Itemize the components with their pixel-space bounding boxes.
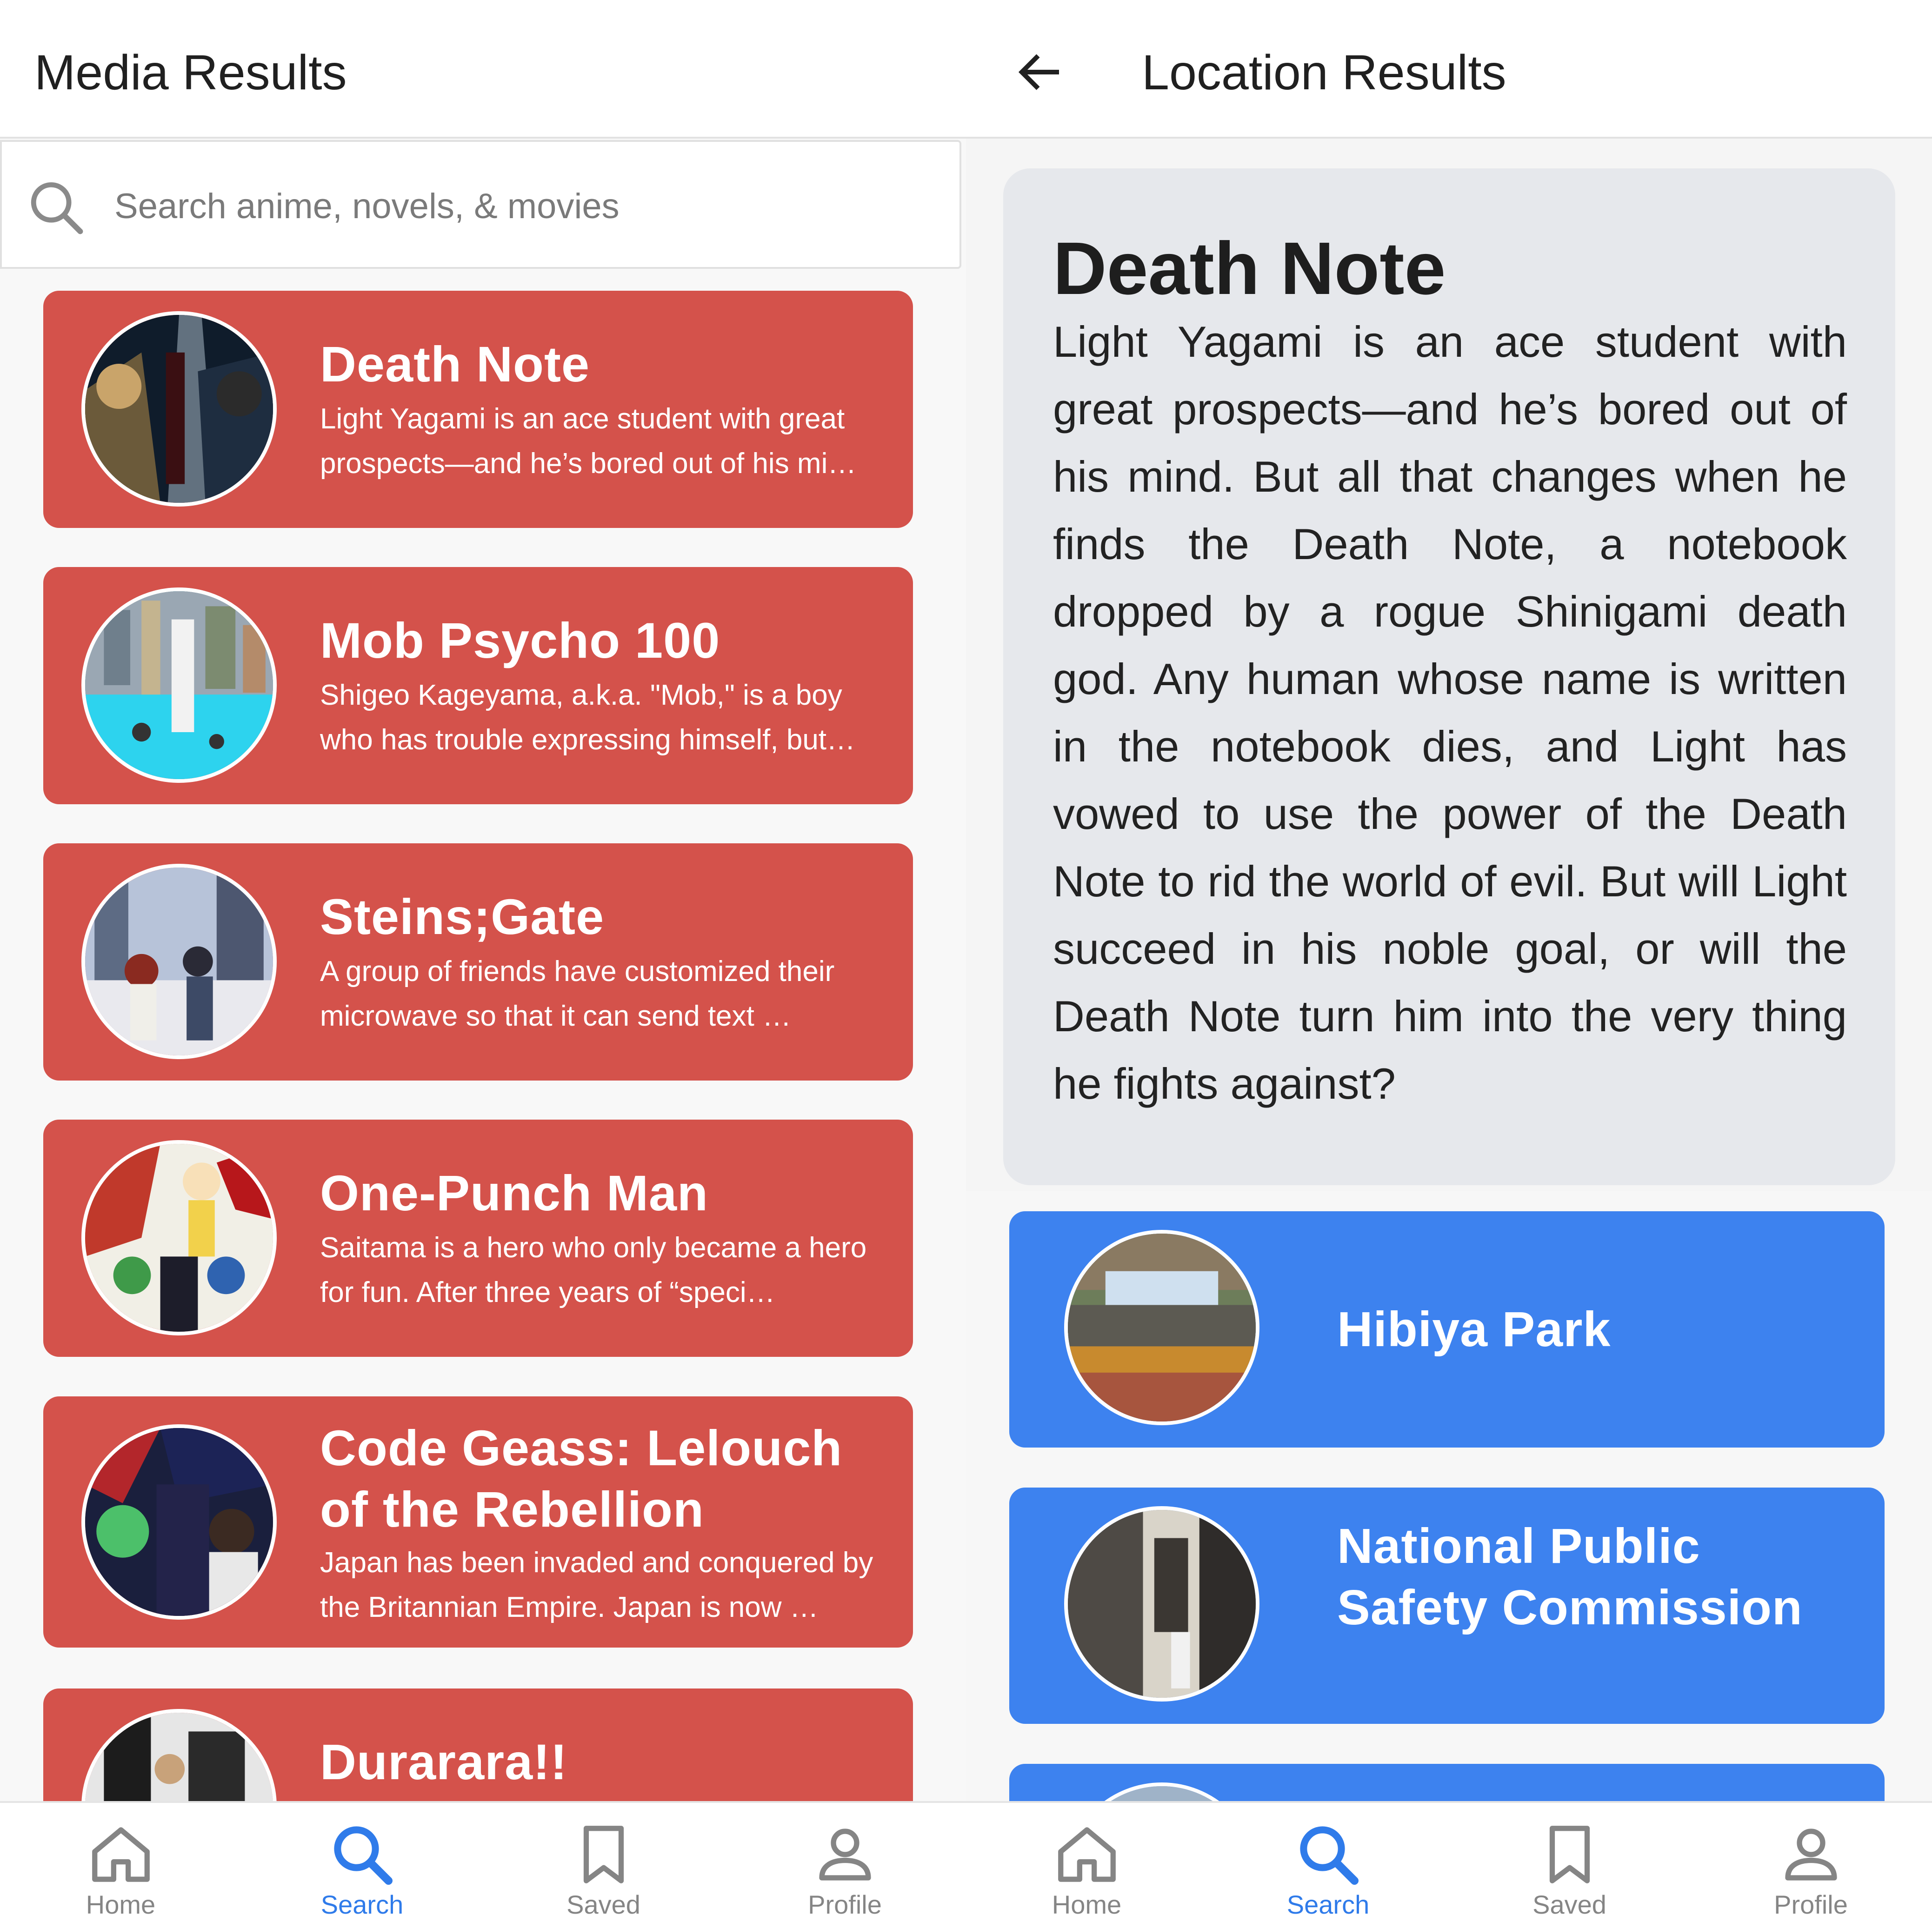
location-thumbnail [1064, 1506, 1259, 1702]
nav-label: Home [86, 1890, 156, 1919]
media-results-screen: Media Results Death Note Light Yagami is… [0, 0, 966, 1922]
nav-saved[interactable]: Saved [483, 1803, 724, 1922]
bookmark-icon [583, 1826, 624, 1883]
profile-icon [1785, 1829, 1837, 1881]
media-description: Japan has been invaded and conquered by … [320, 1547, 873, 1623]
media-thumbnail [81, 1140, 277, 1335]
media-card-mob-psycho-100[interactable]: Mob Psycho 100 Shigeo Kageyama, a.k.a. "… [43, 567, 913, 804]
search-icon [1299, 1826, 1359, 1885]
nav-label: Search [320, 1890, 404, 1919]
app-bar: Location Results [966, 0, 1932, 139]
media-description: A group of friends have customized their… [320, 955, 835, 1032]
media-thumbnail [81, 864, 277, 1059]
nav-search[interactable]: Search [1207, 1803, 1449, 1922]
media-detail-card: Death Note Light Yagami is an ace studen… [1003, 168, 1895, 1185]
nav-label: Home [1052, 1890, 1122, 1919]
page-title: Media Results [34, 45, 347, 100]
bookmark-icon [1549, 1826, 1590, 1883]
search-input[interactable] [113, 175, 943, 237]
nav-label: Profile [808, 1890, 882, 1919]
media-card-death-note[interactable]: Death Note Light Yagami is an ace studen… [43, 291, 913, 528]
nav-home[interactable]: Home [966, 1803, 1207, 1922]
nav-home[interactable]: Home [0, 1803, 241, 1922]
media-title: Durarara!! [320, 1734, 568, 1790]
media-title: One-Punch Man [320, 1165, 709, 1221]
media-detail-title: Death Note [1053, 227, 1446, 310]
home-icon [1058, 1827, 1116, 1882]
media-title: Steins;Gate [320, 888, 605, 945]
home-icon [92, 1827, 150, 1882]
bottom-navigation: Home Search Saved Profile [0, 1801, 966, 1922]
nav-profile[interactable]: Profile [1690, 1803, 1932, 1922]
nav-label: Saved [566, 1890, 640, 1919]
media-title: Death Note [320, 336, 590, 392]
nav-search[interactable]: Search [241, 1803, 483, 1922]
nav-label: Profile [1774, 1890, 1848, 1919]
media-description: Saitama is a hero who only became a hero… [320, 1232, 867, 1308]
arrow-left-icon[interactable] [1013, 44, 1068, 100]
app-bar: Media Results [0, 0, 966, 139]
nav-saved[interactable]: Saved [1449, 1803, 1690, 1922]
media-detail-description: Light Yagami is an ace student with grea… [1053, 317, 1847, 1108]
profile-icon [819, 1829, 871, 1881]
media-title: Code Geass: Lelouch of the Rebellion [320, 1420, 843, 1537]
location-card-hibiya-park[interactable]: Hibiya Park [1009, 1211, 1885, 1448]
media-card-code-geass[interactable]: Code Geass: Lelouch of the Rebellion Jap… [43, 1396, 913, 1648]
page-title: Location Results [1142, 45, 1506, 100]
media-card-one-punch-man[interactable]: One-Punch Man Saitama is a hero who only… [43, 1120, 913, 1357]
media-thumbnail [81, 1424, 277, 1620]
media-title: Mob Psycho 100 [320, 612, 720, 668]
search-bar[interactable] [0, 140, 961, 269]
search-icon [333, 1826, 393, 1885]
nav-label: Saved [1532, 1890, 1606, 1919]
location-results-screen: Location Results Death Note Light Yagami… [966, 0, 1932, 1922]
media-thumbnail [81, 587, 277, 783]
location-name: Hibiya Park [1337, 1302, 1611, 1357]
media-card-steins-gate[interactable]: Steins;Gate A group of friends have cust… [43, 843, 913, 1081]
nav-profile[interactable]: Profile [724, 1803, 966, 1922]
bottom-navigation: Home Search Saved Profile [966, 1801, 1932, 1922]
nav-label: Search [1286, 1890, 1370, 1919]
location-card-national-public-safety-commission[interactable]: National Public Safety Commission [1009, 1488, 1885, 1724]
media-thumbnail [81, 311, 277, 507]
media-description: Light Yagami is an ace student with grea… [320, 403, 857, 480]
location-name: National Public Safety Commission [1337, 1519, 1803, 1635]
location-thumbnail [1064, 1230, 1259, 1425]
search-icon [31, 182, 83, 234]
media-description: Shigeo Kageyama, a.k.a. "Mob," is a boy … [320, 679, 856, 756]
